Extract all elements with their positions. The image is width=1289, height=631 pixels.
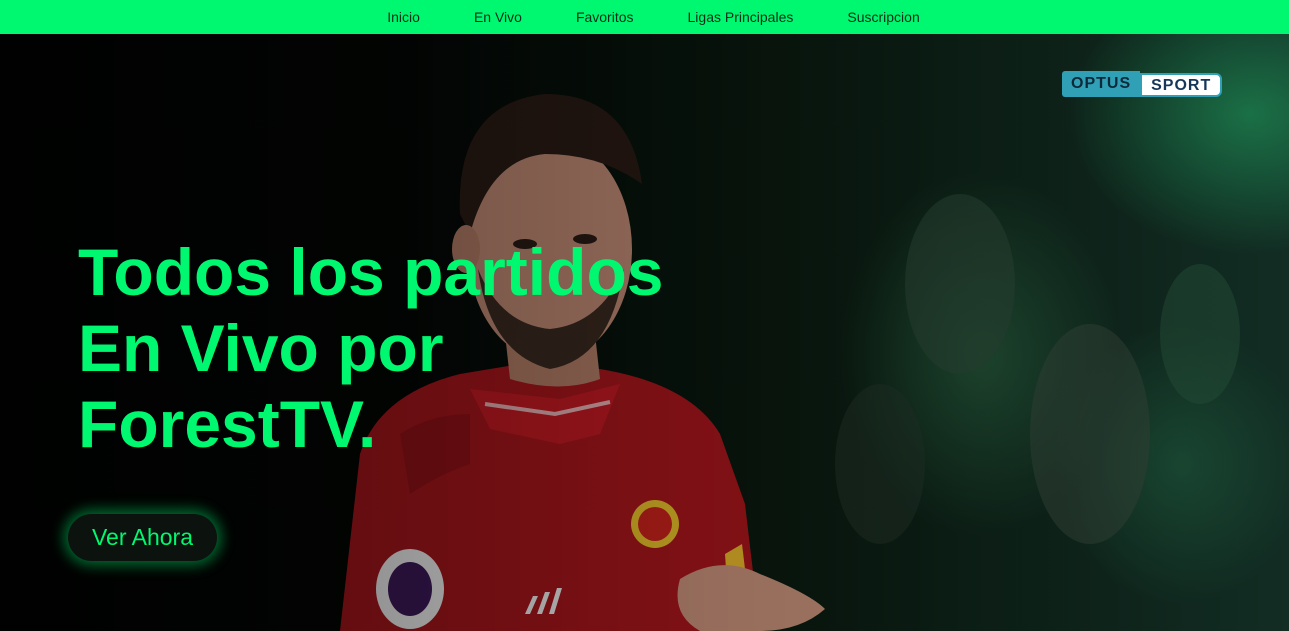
- nav-item-suscripcion[interactable]: Suscripcion: [820, 0, 946, 34]
- hero-banner: OPTUS SPORT Todos los partidos En Vivo p…: [0, 34, 1289, 631]
- ver-ahora-button[interactable]: Ver Ahora: [68, 514, 217, 561]
- nav-item-en-vivo[interactable]: En Vivo: [447, 0, 549, 34]
- nav-item-favoritos[interactable]: Favoritos: [549, 0, 661, 34]
- top-navbar: Inicio En Vivo Favoritos Ligas Principal…: [0, 0, 1289, 34]
- nav-item-ligas-principales[interactable]: Ligas Principales: [661, 0, 821, 34]
- logo-optus-text: OPTUS: [1062, 71, 1141, 97]
- nav-menu: Inicio En Vivo Favoritos Ligas Principal…: [360, 0, 946, 34]
- optus-sport-logo: OPTUS SPORT: [1062, 71, 1223, 97]
- nav-item-inicio[interactable]: Inicio: [360, 0, 447, 34]
- logo-sport-text: SPORT: [1140, 73, 1223, 97]
- hero-headline: Todos los partidos En Vivo por ForestTV.: [78, 235, 664, 461]
